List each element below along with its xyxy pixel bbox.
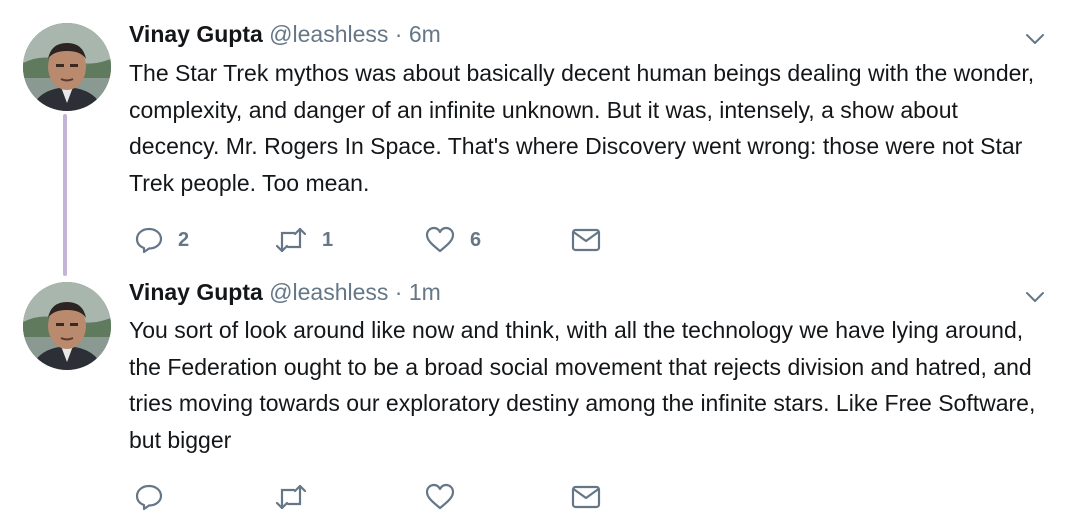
reply-icon: [134, 225, 164, 255]
author-name[interactable]: Vinay Gupta: [129, 21, 263, 47]
reply-icon: [134, 482, 164, 512]
tweet: Vinay Gupta @leashless · 6m The Star Tre…: [0, 0, 1068, 262]
direct-message-button[interactable]: [570, 482, 602, 512]
avatar[interactable]: [23, 23, 111, 111]
tweet-actions: 2 1 6: [134, 225, 604, 255]
author-handle[interactable]: @leashless: [269, 279, 388, 305]
retweet-icon: [274, 225, 308, 255]
like-icon: [424, 482, 456, 512]
separator-dot: ·: [394, 279, 403, 305]
author-handle[interactable]: @leashless: [269, 21, 388, 47]
reply-button[interactable]: [134, 482, 178, 512]
tweet-text: The Star Trek mythos was about basically…: [129, 60, 1035, 196]
tweet-text: You sort of look around like now and thi…: [129, 317, 1036, 453]
retweet-count: 1: [322, 228, 334, 251]
like-button[interactable]: [424, 482, 470, 512]
retweet-button[interactable]: [274, 482, 322, 512]
separator-dot: ·: [394, 21, 403, 47]
tweet-actions: [134, 482, 604, 512]
retweet-button[interactable]: 1: [274, 225, 333, 255]
like-count: 6: [470, 228, 482, 251]
author-name[interactable]: Vinay Gupta: [129, 279, 263, 305]
tweet: Vinay Gupta @leashless · 1m You sort of …: [0, 262, 1068, 530]
reply-count: 2: [178, 228, 190, 251]
reply-button[interactable]: 2: [134, 225, 189, 255]
like-button[interactable]: 6: [424, 225, 481, 255]
direct-message-icon: [570, 225, 602, 255]
chevron-down-icon[interactable]: [1024, 28, 1046, 50]
tweet-header: Vinay Gupta @leashless · 6m: [129, 20, 441, 48]
tweet-header: Vinay Gupta @leashless · 1m: [129, 278, 441, 306]
direct-message-icon: [570, 482, 602, 512]
direct-message-button[interactable]: [570, 225, 602, 255]
timestamp[interactable]: 6m: [409, 21, 441, 47]
retweet-icon: [274, 482, 308, 512]
chevron-down-icon[interactable]: [1024, 286, 1046, 308]
like-icon: [424, 225, 456, 255]
avatar[interactable]: [23, 282, 111, 370]
timestamp[interactable]: 1m: [409, 279, 441, 305]
